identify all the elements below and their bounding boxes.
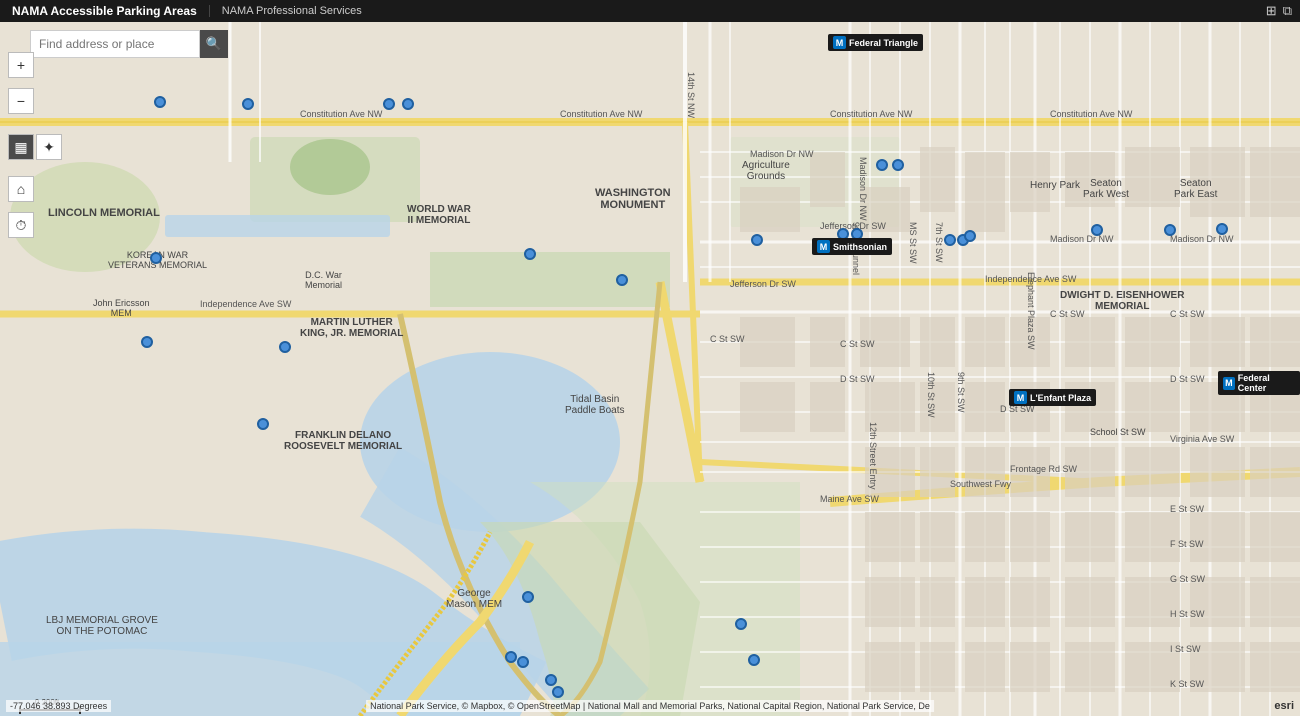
- coordinates-display: -77.046 38.893 Degrees: [6, 700, 111, 712]
- search-button[interactable]: 🔍: [200, 30, 228, 58]
- svg-text:10th St SW: 10th St SW: [926, 372, 936, 418]
- time-button[interactable]: ⏱: [8, 212, 34, 238]
- metro-m-icon: M: [1223, 377, 1235, 390]
- app-header: NAMA Accessible Parking Areas NAMA Profe…: [0, 0, 1300, 22]
- metro-m-icon: M: [817, 240, 830, 253]
- parking-dot[interactable]: [1164, 224, 1176, 236]
- svg-text:Virginia Ave SW: Virginia Ave SW: [1170, 434, 1235, 444]
- zoom-in-button[interactable]: +: [8, 52, 34, 78]
- parking-dot[interactable]: [141, 336, 153, 348]
- svg-text:Maine Ave SW: Maine Ave SW: [820, 494, 879, 504]
- home-button[interactable]: ⌂: [8, 176, 34, 202]
- svg-text:D St SW: D St SW: [1170, 374, 1205, 384]
- svg-text:H St SW: H St SW: [1170, 609, 1205, 619]
- metro-federal-center-label: Federal Center: [1238, 373, 1295, 393]
- zoom-out-button[interactable]: −: [8, 88, 34, 114]
- parking-dot[interactable]: [279, 341, 291, 353]
- parking-dot[interactable]: [1216, 223, 1228, 235]
- metro-smithsonian-label: Smithsonian: [833, 242, 887, 252]
- svg-text:Elephant Plaza SW: Elephant Plaza SW: [1026, 272, 1036, 350]
- svg-text:MS St SW: MS St SW: [908, 222, 918, 264]
- svg-text:F St SW: F St SW: [1170, 539, 1204, 549]
- parking-dot[interactable]: [242, 98, 254, 110]
- parking-dot[interactable]: [517, 656, 529, 668]
- left-toolbar: + − ▦ ✦ ⌂ ⏱: [8, 52, 62, 238]
- esri-logo: esri: [1274, 700, 1294, 712]
- svg-text:Madison Dr NW: Madison Dr NW: [1050, 234, 1114, 244]
- parking-dot[interactable]: [616, 274, 628, 286]
- parking-dot[interactable]: [892, 159, 904, 171]
- metro-lenfant[interactable]: M L'Enfant Plaza: [1009, 389, 1096, 406]
- parking-dot[interactable]: [150, 252, 162, 264]
- svg-text:Independence Ave SW: Independence Ave SW: [200, 299, 292, 309]
- parking-dot[interactable]: [876, 159, 888, 171]
- svg-text:Frontage Rd SW: Frontage Rd SW: [1010, 464, 1078, 474]
- metro-federal-triangle-label: Federal Triangle: [849, 38, 918, 48]
- parking-dot[interactable]: [751, 234, 763, 246]
- svg-text:Jefferson Dr SW: Jefferson Dr SW: [730, 279, 796, 289]
- svg-text:C St SW: C St SW: [1170, 309, 1205, 319]
- metro-federal-center[interactable]: M Federal Center: [1218, 371, 1300, 395]
- widget-button[interactable]: ✦: [36, 134, 62, 160]
- layer-tools: ▦ ✦: [8, 134, 62, 160]
- header-icons: ⊞ ⧉: [1266, 3, 1300, 19]
- svg-text:Southwest Fwy: Southwest Fwy: [950, 479, 1012, 489]
- map-attribution: National Park Service, © Mapbox, © OpenS…: [366, 700, 934, 712]
- svg-text:12th Street Entry: 12th Street Entry: [868, 422, 878, 490]
- svg-text:D St SW: D St SW: [840, 374, 875, 384]
- map-container[interactable]: Constitution Ave NW Constitution Ave NW …: [0, 22, 1300, 716]
- parking-dot[interactable]: [383, 98, 395, 110]
- svg-text:E St SW: E St SW: [1170, 504, 1205, 514]
- app-title: NAMA Accessible Parking Areas: [0, 4, 209, 18]
- parking-dot[interactable]: [552, 686, 564, 698]
- svg-text:Madison Dr NW: Madison Dr NW: [1170, 234, 1234, 244]
- layers-icon[interactable]: ⧉: [1283, 3, 1292, 19]
- metro-lenfant-label: L'Enfant Plaza: [1030, 393, 1091, 403]
- svg-text:G St SW: G St SW: [1170, 574, 1206, 584]
- parking-dot[interactable]: [735, 618, 747, 630]
- svg-text:14th St NW: 14th St NW: [686, 72, 696, 119]
- svg-text:Madison Dr NW: Madison Dr NW: [750, 149, 814, 159]
- svg-text:C St SW: C St SW: [710, 334, 745, 344]
- app-subtitle: NAMA Professional Services: [209, 5, 374, 17]
- parking-dot[interactable]: [545, 674, 557, 686]
- svg-text:Constitution Ave NW: Constitution Ave NW: [560, 109, 643, 119]
- grid-icon[interactable]: ⊞: [1266, 3, 1277, 19]
- parking-dot[interactable]: [522, 591, 534, 603]
- parking-dot[interactable]: [154, 96, 166, 108]
- svg-text:C St SW: C St SW: [1050, 309, 1085, 319]
- parking-dot[interactable]: [402, 98, 414, 110]
- svg-text:9th St SW: 9th St SW: [956, 372, 966, 413]
- svg-text:C St SW: C St SW: [840, 339, 875, 349]
- parking-dot[interactable]: [748, 654, 760, 666]
- svg-text:Constitution Ave NW: Constitution Ave NW: [1050, 109, 1133, 119]
- svg-text:Constitution Ave NW: Constitution Ave NW: [830, 109, 913, 119]
- parking-dot[interactable]: [1091, 224, 1103, 236]
- metro-smithsonian[interactable]: M Smithsonian: [812, 238, 892, 255]
- metro-federal-triangle[interactable]: M Federal Triangle: [828, 34, 923, 51]
- basemap-button[interactable]: ▦: [8, 134, 34, 160]
- parking-dot[interactable]: [257, 418, 269, 430]
- svg-text:Madison Dr NW: Madison Dr NW: [858, 157, 868, 221]
- svg-text:7th St SW: 7th St SW: [934, 222, 944, 263]
- svg-text:Constitution Ave NW: Constitution Ave NW: [300, 109, 383, 119]
- metro-m-icon: M: [833, 36, 846, 49]
- map-background: Constitution Ave NW Constitution Ave NW …: [0, 22, 1300, 716]
- parking-dot[interactable]: [505, 651, 517, 663]
- parking-dot[interactable]: [524, 248, 536, 260]
- svg-text:K St SW: K St SW: [1170, 679, 1205, 689]
- metro-m-icon: M: [1014, 391, 1027, 404]
- parking-dot[interactable]: [944, 234, 956, 246]
- parking-dot[interactable]: [964, 230, 976, 242]
- svg-text:I St SW: I St SW: [1170, 644, 1201, 654]
